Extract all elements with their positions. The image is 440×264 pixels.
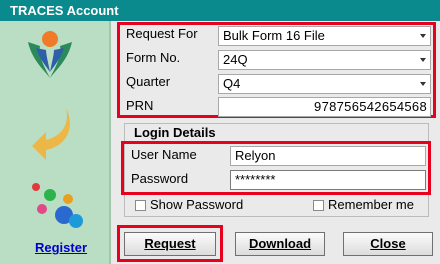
chevron-down-icon xyxy=(420,82,426,86)
sidebar-divider xyxy=(109,21,111,264)
username-label: User Name xyxy=(131,147,197,162)
quarter-value: Q4 xyxy=(223,76,241,91)
login-details-title: Login Details xyxy=(134,125,216,140)
chevron-down-icon xyxy=(420,58,426,62)
prn-input[interactable]: 978756542654568 xyxy=(218,97,431,117)
checkbox-icon xyxy=(313,200,324,211)
form-no-label: Form No. xyxy=(126,50,181,65)
colored-dots-icon xyxy=(32,183,83,228)
traces-account-window: TRACES Account Register Request For Bulk… xyxy=(0,0,440,264)
quarter-label: Quarter xyxy=(126,74,171,89)
remember-me-checkbox[interactable]: Remember me xyxy=(313,198,414,212)
register-link[interactable]: Register xyxy=(35,240,87,255)
request-button[interactable]: Request xyxy=(124,232,216,256)
close-button[interactable]: Close xyxy=(343,232,433,256)
checkbox-icon xyxy=(135,200,146,211)
username-input[interactable]: Relyon xyxy=(230,146,426,166)
form-no-select[interactable]: 24Q xyxy=(218,50,431,70)
password-input[interactable]: ******** xyxy=(230,170,426,190)
traces-logo-icon xyxy=(28,31,72,78)
window-title: TRACES Account xyxy=(0,0,440,21)
chevron-down-icon xyxy=(420,34,426,38)
remember-me-label: Remember me xyxy=(328,197,414,212)
prn-label: PRN xyxy=(126,98,154,113)
show-password-checkbox[interactable]: Show Password xyxy=(135,198,243,212)
request-for-value: Bulk Form 16 File xyxy=(223,28,325,43)
request-for-label: Request For xyxy=(126,26,198,41)
quarter-select[interactable]: Q4 xyxy=(218,74,431,94)
form-no-value: 24Q xyxy=(223,52,248,67)
download-button[interactable]: Download xyxy=(235,232,325,256)
request-for-select[interactable]: Bulk Form 16 File xyxy=(218,26,431,46)
curved-arrow-icon xyxy=(32,108,70,160)
show-password-label: Show Password xyxy=(150,197,244,212)
password-label: Password xyxy=(131,171,189,186)
